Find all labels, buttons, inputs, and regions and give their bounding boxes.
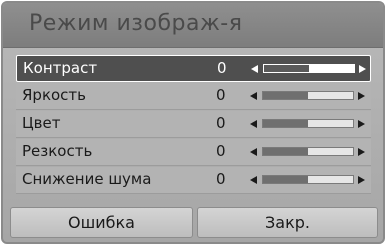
picture-mode-dialog: Режим изображ-я Контраст 0 Яркость 0 Цве…	[1, 1, 385, 244]
setting-label: Цвет	[22, 114, 61, 132]
setting-slider[interactable]	[262, 91, 354, 100]
setting-row-noise-reduction[interactable]: Снижение шума 0	[16, 167, 371, 194]
setting-label: Снижение шума	[22, 170, 152, 188]
setting-label: Резкость	[22, 142, 93, 160]
close-button[interactable]: Закр.	[197, 207, 378, 238]
setting-value: 0	[216, 114, 226, 132]
setting-label: Контраст	[23, 59, 98, 77]
slider-fill	[263, 92, 308, 99]
slider-fill	[263, 148, 308, 155]
setting-label: Яркость	[22, 86, 87, 104]
arrow-right-icon[interactable]	[358, 148, 365, 156]
setting-row-brightness[interactable]: Яркость 0	[16, 83, 371, 110]
setting-value: 0	[216, 142, 226, 160]
arrow-left-icon[interactable]	[250, 120, 257, 128]
arrow-right-icon[interactable]	[358, 120, 365, 128]
button-bar: Ошибка Закр.	[10, 207, 378, 238]
error-button[interactable]: Ошибка	[10, 207, 193, 238]
arrow-right-icon[interactable]	[358, 92, 365, 100]
setting-slider[interactable]	[263, 64, 355, 73]
setting-value: 0	[217, 59, 227, 77]
setting-slider[interactable]	[262, 175, 354, 184]
arrow-left-icon[interactable]	[250, 92, 257, 100]
dialog-title: Режим изображ-я	[29, 11, 243, 36]
arrow-left-icon[interactable]	[250, 176, 257, 184]
setting-slider[interactable]	[262, 119, 354, 128]
slider-fill	[263, 176, 308, 183]
title-bar: Режим изображ-я	[3, 3, 383, 48]
arrow-right-icon[interactable]	[359, 65, 366, 73]
slider-fill	[263, 120, 308, 127]
arrow-left-icon[interactable]	[250, 148, 257, 156]
arrow-right-icon[interactable]	[358, 176, 365, 184]
settings-list: Контраст 0 Яркость 0 Цвет 0 Резкость 0 С…	[16, 55, 371, 195]
slider-fill	[264, 65, 309, 72]
setting-row-sharpness[interactable]: Резкость 0	[16, 139, 371, 166]
setting-row-color[interactable]: Цвет 0	[16, 111, 371, 138]
setting-row-contrast[interactable]: Контраст 0	[16, 55, 371, 82]
setting-value: 0	[216, 86, 226, 104]
setting-value: 0	[216, 170, 226, 188]
arrow-left-icon[interactable]	[251, 65, 258, 73]
setting-slider[interactable]	[262, 147, 354, 156]
